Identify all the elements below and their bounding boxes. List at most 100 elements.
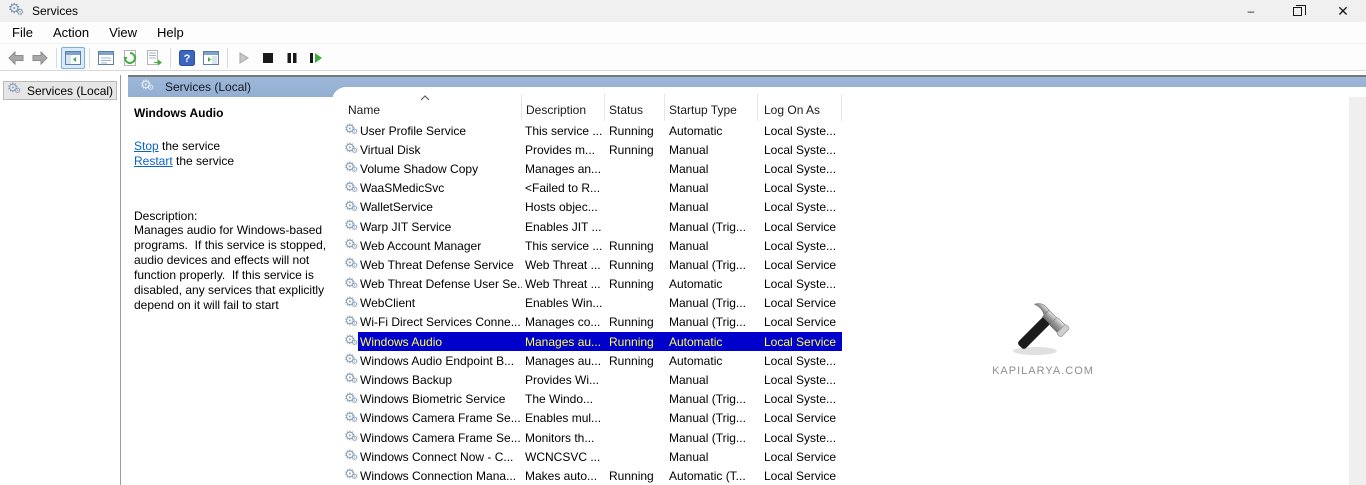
column-header-name[interactable]: Name: [332, 94, 522, 121]
export-list-button[interactable]: [142, 47, 166, 69]
action-pane-icon: [203, 51, 219, 65]
console-tree-pane: ⚙ ⚙ Services (Local): [0, 75, 121, 485]
column-header-status[interactable]: Status: [605, 94, 665, 121]
service-name: Windows Biometric Service: [358, 392, 522, 406]
table-row[interactable]: ⚙⚙Virtual DiskProvides m...RunningManual…: [332, 140, 1349, 159]
start-service-button[interactable]: [232, 47, 256, 69]
service-name: Web Threat Defense Service: [358, 258, 522, 272]
table-row[interactable]: ⚙⚙User Profile ServiceThis service ...Ru…: [332, 121, 1349, 140]
service-description: Provides Wi...: [522, 373, 605, 387]
service-startup-type: Manual: [665, 200, 758, 214]
show-action-pane-button[interactable]: [199, 47, 223, 69]
minimize-button[interactable]: –: [1228, 0, 1274, 22]
table-row[interactable]: ⚙⚙Windows Connection Mana...Makes auto..…: [332, 466, 1349, 485]
back-button[interactable]: [4, 47, 28, 69]
title-bar: ⚙ ⚙ Services – ✕: [0, 0, 1366, 22]
restart-service-button[interactable]: [304, 47, 328, 69]
help-button[interactable]: ?: [175, 47, 199, 69]
services-window: ⚙ ⚙ Services – ✕ File Action View Help: [0, 0, 1366, 485]
column-header-description[interactable]: Description: [522, 94, 605, 121]
menu-help[interactable]: Help: [147, 23, 194, 42]
table-row[interactable]: ⚙⚙WalletServiceHosts objec...ManualLocal…: [332, 198, 1349, 217]
pause-icon: [286, 52, 298, 64]
service-log-on-as: Local Service: [758, 411, 842, 425]
toolbar: ?: [0, 45, 1366, 71]
table-row[interactable]: ⚙⚙Windows Biometric ServiceThe Windo...M…: [332, 390, 1349, 409]
service-startup-type: Manual (Trig...: [665, 220, 758, 234]
table-row[interactable]: ⚙⚙Warp JIT ServiceEnables JIT ...Manual …: [332, 217, 1349, 236]
forward-button[interactable]: [28, 47, 52, 69]
show-console-tree-button[interactable]: [61, 47, 85, 69]
table-row[interactable]: ⚙⚙Windows Connect Now - C...WCNCSVC ...M…: [332, 447, 1349, 466]
service-name: WaaSMedicSvc: [358, 181, 522, 195]
service-description: Monitors th...: [522, 431, 605, 445]
sidebar-item-services-local[interactable]: ⚙ ⚙ Services (Local): [3, 81, 117, 100]
service-gear-icon: ⚙⚙: [332, 217, 358, 236]
service-startup-type: Manual (Trig...: [665, 431, 758, 445]
menu-bar: File Action View Help: [0, 22, 1366, 44]
toolbar-separator: [56, 48, 57, 68]
service-name: Virtual Disk: [358, 143, 522, 157]
vertical-scrollbar[interactable]: [1349, 97, 1366, 485]
table-row[interactable]: ⚙⚙Windows BackupProvides Wi...ManualLoca…: [332, 370, 1349, 389]
service-log-on-as: Local Syste...: [758, 181, 842, 195]
service-description: WCNCSVC ...: [522, 450, 605, 464]
forward-arrow-icon: [32, 51, 48, 65]
play-icon: [238, 52, 250, 64]
table-row[interactable]: ⚙⚙WebClientEnables Win...Manual (Trig...…: [332, 294, 1349, 313]
selected-service-title: Windows Audio: [134, 106, 332, 120]
service-name: Windows Audio Endpoint B...: [358, 354, 522, 368]
service-startup-type: Automatic: [665, 335, 758, 349]
refresh-button[interactable]: [118, 47, 142, 69]
table-row[interactable]: ⚙⚙Windows Audio Endpoint B...Manages au.…: [332, 351, 1349, 370]
service-description: The Windo...: [522, 392, 605, 406]
table-row[interactable]: ⚙⚙Windows AudioManages au...RunningAutom…: [332, 332, 1349, 351]
service-log-on-as: Local Service: [758, 335, 842, 349]
close-button[interactable]: ✕: [1320, 0, 1366, 22]
table-row[interactable]: ⚙⚙Windows Camera Frame Se...Enables mul.…: [332, 409, 1349, 428]
restart-service-link[interactable]: Restart: [134, 154, 173, 168]
stop-service-link[interactable]: Stop: [134, 139, 159, 153]
service-startup-type: Manual: [665, 450, 758, 464]
menu-file[interactable]: File: [2, 23, 43, 42]
service-description: Enables mul...: [522, 411, 605, 425]
service-status: Running: [605, 469, 665, 483]
properties-button[interactable]: [94, 47, 118, 69]
service-gear-icon: ⚙⚙: [332, 313, 358, 332]
service-gear-icon: ⚙⚙: [332, 140, 358, 159]
table-row[interactable]: ⚙⚙Windows Camera Frame Se...Monitors th.…: [332, 428, 1349, 447]
service-name: Wi-Fi Direct Services Conne...: [358, 315, 522, 329]
table-row[interactable]: ⚙⚙Web Threat Defense ServiceWeb Threat .…: [332, 255, 1349, 274]
service-gear-icon: ⚙⚙: [332, 255, 358, 274]
column-header-log-on-as[interactable]: Log On As: [758, 94, 842, 121]
table-row[interactable]: ⚙⚙WaaSMedicSvc<Failed to R...ManualLocal…: [332, 179, 1349, 198]
pause-service-button[interactable]: [280, 47, 304, 69]
content-area: ⚙ ⚙ Services (Local) ⚙ ⚙ Services (Local…: [0, 72, 1366, 485]
table-row[interactable]: ⚙⚙Web Account ManagerThis service ...Run…: [332, 236, 1349, 255]
watermark-text: KAPILARYA.COM: [988, 365, 1098, 377]
menu-view[interactable]: View: [99, 23, 147, 42]
service-description: Enables Win...: [522, 296, 605, 310]
service-description: This service ...: [522, 239, 605, 253]
stop-service-line: Stop the service: [134, 139, 332, 154]
table-row[interactable]: ⚙⚙Wi-Fi Direct Services Conne...Manages …: [332, 313, 1349, 332]
column-header-startup-type[interactable]: Startup Type: [665, 94, 758, 121]
table-row[interactable]: ⚙⚙Volume Shadow CopyManages an...ManualL…: [332, 159, 1349, 178]
service-startup-type: Manual: [665, 181, 758, 195]
service-startup-type: Manual: [665, 162, 758, 176]
service-log-on-as: Local Service: [758, 450, 842, 464]
properties-icon: [98, 51, 114, 65]
stop-service-suffix: the service: [159, 139, 220, 153]
service-log-on-as: Local Syste...: [758, 354, 842, 368]
table-row[interactable]: ⚙⚙Web Threat Defense User Se...Web Threa…: [332, 275, 1349, 294]
service-description: Manages au...: [522, 335, 605, 349]
restore-button[interactable]: [1274, 0, 1320, 22]
restart-icon: [309, 52, 323, 64]
service-gear-icon: ⚙⚙: [332, 447, 358, 466]
menu-action[interactable]: Action: [43, 23, 99, 42]
service-log-on-as: Local Syste...: [758, 431, 842, 445]
stop-service-button[interactable]: [256, 47, 280, 69]
service-name: WebClient: [358, 296, 522, 310]
refresh-icon: [122, 50, 138, 66]
service-description: Manages co...: [522, 315, 605, 329]
